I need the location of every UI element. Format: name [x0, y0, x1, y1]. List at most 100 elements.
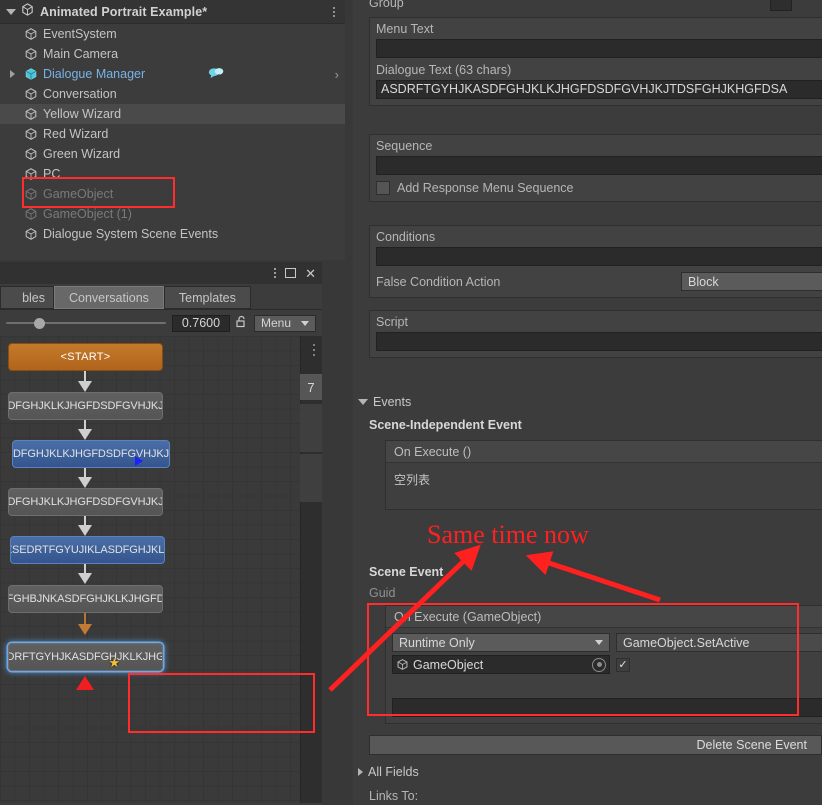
delete-scene-event-button[interactable]: Delete Scene Event: [369, 735, 822, 755]
runtime-mode-label: Runtime Only: [399, 635, 475, 650]
side-strip-block: [300, 404, 322, 452]
hierarchy-item-label: Dialogue Manager: [43, 67, 146, 81]
dialogue-editor-titlebar: ✕: [0, 262, 322, 284]
hierarchy-item-label: Main Camera: [43, 47, 119, 61]
object-reference-label: GameObject: [413, 657, 484, 672]
dialogue-text-input[interactable]: ASDRFTGYHJKASDFGHJKLKJHGFDSDFGVHJKJTDSFG…: [376, 80, 822, 99]
cube-icon: [24, 227, 38, 241]
hierarchy-item-dialogue-manager[interactable]: Dialogue Manager ›: [0, 64, 345, 84]
object-picker-icon[interactable]: [592, 657, 606, 672]
dialogue-text-label: Dialogue Text (63 chars): [376, 63, 512, 77]
events-label: Events: [373, 395, 412, 409]
kebab-menu-icon[interactable]: [274, 268, 277, 278]
hierarchy-item-gameobject[interactable]: GameObject: [0, 184, 345, 204]
false-condition-action-dropdown[interactable]: Block: [681, 272, 822, 291]
cube-icon: [24, 127, 38, 141]
add-response-menu-sequence-label: Add Response Menu Sequence: [397, 181, 574, 195]
dialogue-editor-window: ✕ bles Conversations Templates 0.7600 Me…: [0, 262, 322, 805]
side-strip-count: 7: [300, 374, 322, 400]
bool-argument-checkbox[interactable]: ✓: [616, 657, 630, 672]
connector-arrow: [78, 477, 92, 488]
conversation-node[interactable]: ASDRFTGYHJKASDFGHJKLKJHGFD★: [8, 643, 163, 671]
script-input[interactable]: [376, 332, 822, 351]
zoom-slider-knob[interactable]: [34, 317, 45, 329]
side-strip-block: [300, 454, 322, 502]
method-dropdown[interactable]: GameObject.SetActive: [616, 633, 822, 652]
hierarchy-item-green-wizard[interactable]: Green Wizard: [0, 144, 345, 164]
connector-arrow: [78, 429, 92, 440]
menu-dropdown-label: Menu: [260, 316, 291, 330]
conditions-input[interactable]: [376, 247, 822, 266]
tab-variables[interactable]: bles: [0, 286, 54, 309]
hierarchy-item-label: Green Wizard: [43, 147, 121, 161]
hierarchy-item-dialogue-system-scene-events[interactable]: Dialogue System Scene Events: [0, 224, 345, 244]
object-reference-field[interactable]: GameObject: [392, 655, 610, 674]
sequence-input[interactable]: [376, 156, 822, 175]
menu-dropdown[interactable]: Menu: [253, 314, 316, 332]
hierarchy-item-gameobject-1[interactable]: GameObject (1): [0, 204, 345, 224]
hierarchy-item-red-wizard[interactable]: Red Wizard: [0, 124, 345, 144]
kebab-menu-icon[interactable]: [313, 344, 315, 356]
cube-icon: [24, 47, 38, 61]
cube-icon: [396, 658, 409, 671]
hierarchy-item-conversation[interactable]: Conversation: [0, 84, 345, 104]
dialogue-bubble-icon: [208, 66, 225, 83]
node-play-cursor-icon: [135, 456, 143, 466]
cube-icon: [24, 167, 38, 181]
group-label: Group: [369, 0, 404, 10]
hierarchy-item-pc[interactable]: PC: [0, 164, 345, 184]
chevron-down-icon: [358, 399, 368, 405]
lock-open-icon[interactable]: [236, 315, 248, 331]
cube-icon: [24, 107, 38, 121]
hierarchy-item-eventsystem[interactable]: EventSystem: [0, 24, 345, 44]
group-checkbox[interactable]: [770, 0, 792, 11]
cube-icon: [24, 187, 38, 201]
hierarchy-item-label: Red Wizard: [43, 127, 109, 141]
zoom-value-field[interactable]: 0.7600: [171, 314, 230, 332]
add-response-menu-sequence-checkbox[interactable]: [376, 181, 390, 195]
hierarchy-item-label: PC: [43, 167, 61, 181]
events-foldout[interactable]: Events: [358, 395, 411, 409]
conversation-node[interactable]: SDFGHBJNKASDFGHJKLKJHGFDSD: [8, 585, 163, 613]
all-fields-foldout[interactable]: All Fields: [358, 765, 419, 779]
canvas-side-strip: 7: [300, 336, 322, 803]
chevron-down-icon: [595, 640, 603, 645]
hierarchy-list: EventSystem Main Camera Dialogue Manager › C…: [0, 24, 345, 244]
conversation-node[interactable]: ASDFGHJKLKJHGFDSDFGVHJKJTD: [12, 440, 170, 468]
runtime-mode-dropdown[interactable]: Runtime Only: [392, 633, 610, 652]
maximize-icon[interactable]: [285, 268, 297, 278]
script-label: Script: [376, 315, 408, 329]
menu-text-label: Menu Text: [376, 22, 434, 36]
node-star-icon: ★: [108, 655, 120, 670]
kebab-menu-icon[interactable]: [333, 6, 339, 17]
cube-icon: [24, 27, 38, 41]
hierarchy-item-label: Yellow Wizard: [43, 107, 122, 121]
conversation-node-label: ASDFGHJKLKJHGFDSDFGVHJKJTD: [8, 400, 163, 412]
current-node-marker: [76, 676, 94, 690]
conversation-node[interactable]: ASDFGHJKLKJHGFDSDFGVHJKJTD: [8, 392, 163, 420]
conversation-node[interactable]: ASDFGHJKLKJHGFDSDFGVHJKJTD: [8, 488, 163, 516]
expand-arrow-icon[interactable]: [10, 70, 15, 78]
hierarchy-item-label: GameObject (1): [43, 207, 132, 221]
scene-expand-arrow[interactable]: [6, 8, 16, 15]
annotation-note: Same time now: [427, 520, 589, 549]
zoom-slider[interactable]: [6, 316, 166, 330]
hierarchy-item-yellow-wizard[interactable]: Yellow Wizard: [0, 104, 345, 124]
conversation-node[interactable]: <START>: [8, 343, 163, 371]
close-icon[interactable]: ✕: [305, 267, 316, 280]
hierarchy-item-main-camera[interactable]: Main Camera: [0, 44, 345, 64]
tab-conversations[interactable]: Conversations: [54, 286, 164, 309]
conversation-node[interactable]: AZSEDRTFGYUJIKLASDFGHJKLKJ: [10, 536, 165, 564]
conversation-node-label: AZSEDRTFGYUJIKLASDFGHJKLKJ: [11, 544, 165, 556]
tab-templates[interactable]: Templates: [163, 286, 251, 309]
conversation-node-label: SDFGHBJNKASDFGHJKLKJHGFDSD: [9, 593, 162, 605]
inspector-panel: Group Menu Text Dialogue Text (63 chars)…: [353, 0, 822, 805]
conversation-node-canvas[interactable]: <START> ASDFGHJKLKJHGFDSDFGVHJKJTD ASDFGHJ…: [0, 336, 322, 803]
conversation-node-label: <START>: [60, 351, 111, 363]
dialogue-editor-tabs: bles Conversations Templates: [0, 284, 322, 310]
menu-text-input[interactable]: [376, 39, 822, 58]
scene-independent-event-title: Scene-Independent Event: [369, 418, 522, 432]
event-footer-field[interactable]: [392, 698, 822, 717]
chevron-right-icon[interactable]: ›: [335, 67, 345, 82]
cube-icon: [24, 87, 38, 101]
